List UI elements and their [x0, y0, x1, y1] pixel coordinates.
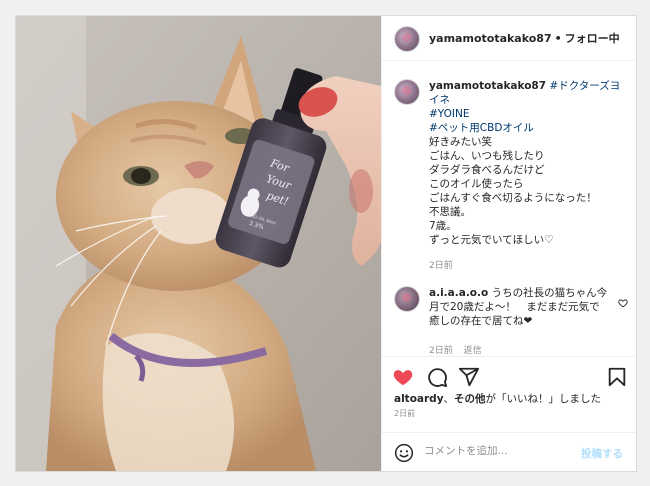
caption-text: yamamototakako87 #ドクターズヨイネ #YOINE #ペット用C…: [429, 79, 624, 247]
heart-filled-icon: [393, 370, 413, 386]
share-button[interactable]: [458, 366, 480, 388]
reply-button[interactable]: 返信: [464, 346, 482, 356]
post-header: yamamototakako87 • フォロー中: [382, 16, 636, 61]
liked-by-user[interactable]: altoardy: [394, 393, 444, 405]
header-username[interactable]: yamamototakako87: [429, 32, 552, 45]
post-photo[interactable]: For Your pet! CBD OIL 30ml 3.3%: [16, 16, 381, 471]
following-button[interactable]: フォロー中: [565, 32, 620, 45]
caption-body: 好きみたい笑 ごはん、いつも残したり ダラダラ食べるんだけど このオイル使ったら…: [429, 136, 597, 246]
comments-area[interactable]: yamamototakako87 #ドクターズヨイネ #YOINE #ペット用C…: [382, 61, 636, 356]
likes-joiner: 、: [443, 393, 455, 405]
comment-like-heart-icon[interactable]: [618, 298, 628, 308]
liked-by-others[interactable]: その他: [454, 393, 486, 405]
bookmark-icon: [608, 367, 626, 387]
add-comment-bar: 投稿する: [382, 432, 636, 471]
paper-plane-icon: [458, 367, 480, 387]
speech-bubble-icon: [428, 368, 448, 388]
hashtag-yoine[interactable]: #YOINE: [429, 108, 470, 120]
post-side-panel: yamamototakako87 • フォロー中 yamamototakako87 …: [381, 16, 636, 471]
separator-dot: •: [554, 32, 562, 45]
post-timestamp[interactable]: 2日前: [394, 408, 415, 419]
add-comment-input[interactable]: [424, 445, 574, 457]
comment-meta: 2日前 返信: [429, 343, 490, 356]
caption-username[interactable]: yamamototakako87: [429, 80, 546, 92]
likes-suffix: が「いいね！」しました: [485, 393, 602, 405]
smiley-icon[interactable]: [394, 443, 414, 463]
caption-timestamp: 2日前: [429, 261, 453, 271]
post-comment-button[interactable]: 投稿する: [581, 446, 623, 461]
post-modal: For Your pet! CBD OIL 30ml 3.3% yamamoto…: [15, 15, 637, 472]
like-button[interactable]: [392, 366, 414, 388]
avatar[interactable]: [394, 26, 420, 52]
comment-button[interactable]: [426, 366, 448, 388]
comment-username[interactable]: a.i.a.a.o.o: [429, 287, 488, 299]
header-user-row: yamamototakako87 • フォロー中: [429, 30, 620, 46]
hashtag-pet-cbd-oil[interactable]: #ペット用CBDオイル: [429, 122, 534, 134]
cat-with-oil-bottle-image: For Your pet! CBD OIL 30ml 3.3%: [16, 16, 381, 471]
caption-avatar[interactable]: [394, 79, 420, 105]
comment-timestamp: 2日前: [429, 346, 453, 356]
save-button[interactable]: [606, 366, 628, 388]
comment-text: a.i.a.a.o.o うちの社長の猫ちゃん今月で20歳だよ～！ まだまだ元気で…: [429, 286, 609, 328]
comment-avatar[interactable]: [394, 286, 420, 312]
likes-summary: altoardy、その他が「いいね！」しました: [394, 391, 629, 406]
